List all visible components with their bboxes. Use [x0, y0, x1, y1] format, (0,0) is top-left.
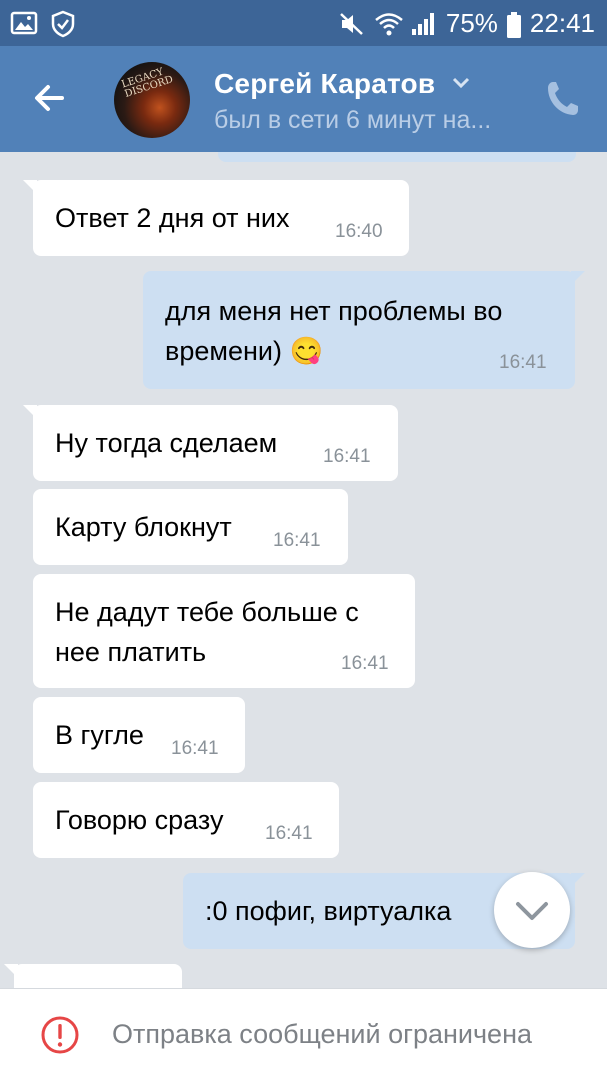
message-bubble-partial — [218, 152, 576, 162]
chat-header: LEGACY DISCORD Сергей Каратов был в сети… — [0, 46, 607, 152]
composer-restricted-bar: Отправка сообщений ограничена — [0, 988, 607, 1080]
message-bubble-incoming[interactable]: Карту блокнут 16:41 — [33, 489, 348, 565]
message-text-line-2: времени) 😋 — [165, 336, 324, 366]
mute-icon — [338, 11, 366, 37]
message-time: 16:40 — [335, 221, 383, 242]
image-icon — [10, 10, 38, 36]
message-text-line-2: нее платить — [55, 637, 207, 667]
message-text-line-1: Не дадут тебе больше с — [55, 597, 359, 627]
message-time: 16:41 — [171, 738, 219, 759]
message-text: Ну тогда сделаем — [55, 428, 278, 458]
restriction-message: Отправка сообщений ограничена — [112, 1019, 532, 1049]
battery-icon — [506, 11, 522, 38]
message-time: 16:41 — [499, 352, 547, 373]
avatar[interactable]: LEGACY DISCORD — [114, 62, 190, 138]
shield-icon — [50, 10, 78, 38]
message-text: Карту блокнут — [55, 512, 232, 542]
avatar-logo-text: LEGACY DISCORD — [120, 66, 175, 101]
wifi-icon — [374, 11, 403, 37]
scroll-down-button[interactable] — [494, 872, 570, 948]
message-bubble-incoming[interactable]: В гугле 16:41 — [33, 697, 245, 773]
message-text-line-1: для меня нет проблемы во — [165, 296, 503, 326]
contact-status: был в сети 6 минут на... — [214, 106, 492, 134]
message-time: 16:41 — [341, 653, 389, 674]
message-list[interactable]: Ответ 2 дня от них 16:40 для меня нет пр… — [0, 152, 607, 988]
back-button[interactable] — [28, 76, 78, 120]
chevron-down-icon[interactable] — [452, 76, 470, 90]
message-time: 16:41 — [273, 530, 321, 551]
message-text: Говорю сразу — [55, 805, 224, 835]
message-text: :0 пофиг, виртуалка — [205, 896, 452, 926]
contact-name[interactable]: Сергей Каратов — [214, 68, 435, 100]
message-bubble-incoming[interactable]: Говорю сразу 16:41 — [33, 782, 339, 858]
message-time: 16:41 — [323, 446, 371, 467]
call-button[interactable] — [545, 78, 581, 118]
back-arrow-icon — [35, 85, 64, 111]
message-bubble-partial — [4, 964, 182, 988]
battery-percent: 75% — [445, 8, 498, 38]
message-bubble-outgoing[interactable]: для меня нет проблемы во времени) 😋 16:4… — [143, 271, 585, 389]
clock: 22:41 — [529, 8, 595, 38]
message-bubble-incoming[interactable]: Ну тогда сделаем 16:41 — [23, 405, 398, 481]
message-text: Ответ 2 дня от них — [55, 203, 290, 233]
message-text: В гугле — [55, 720, 144, 750]
warning-icon — [40, 1015, 80, 1055]
phone-icon — [548, 82, 578, 115]
message-bubble-incoming[interactable]: Ответ 2 дня от них 16:40 — [23, 180, 409, 256]
message-time: 16:41 — [265, 823, 313, 844]
message-bubble-incoming[interactable]: Не дадут тебе больше с нее платить 16:41 — [33, 574, 415, 688]
signal-icon — [410, 11, 438, 37]
status-bar: 75% 22:41 — [0, 0, 607, 46]
chevron-down-icon — [516, 902, 548, 920]
